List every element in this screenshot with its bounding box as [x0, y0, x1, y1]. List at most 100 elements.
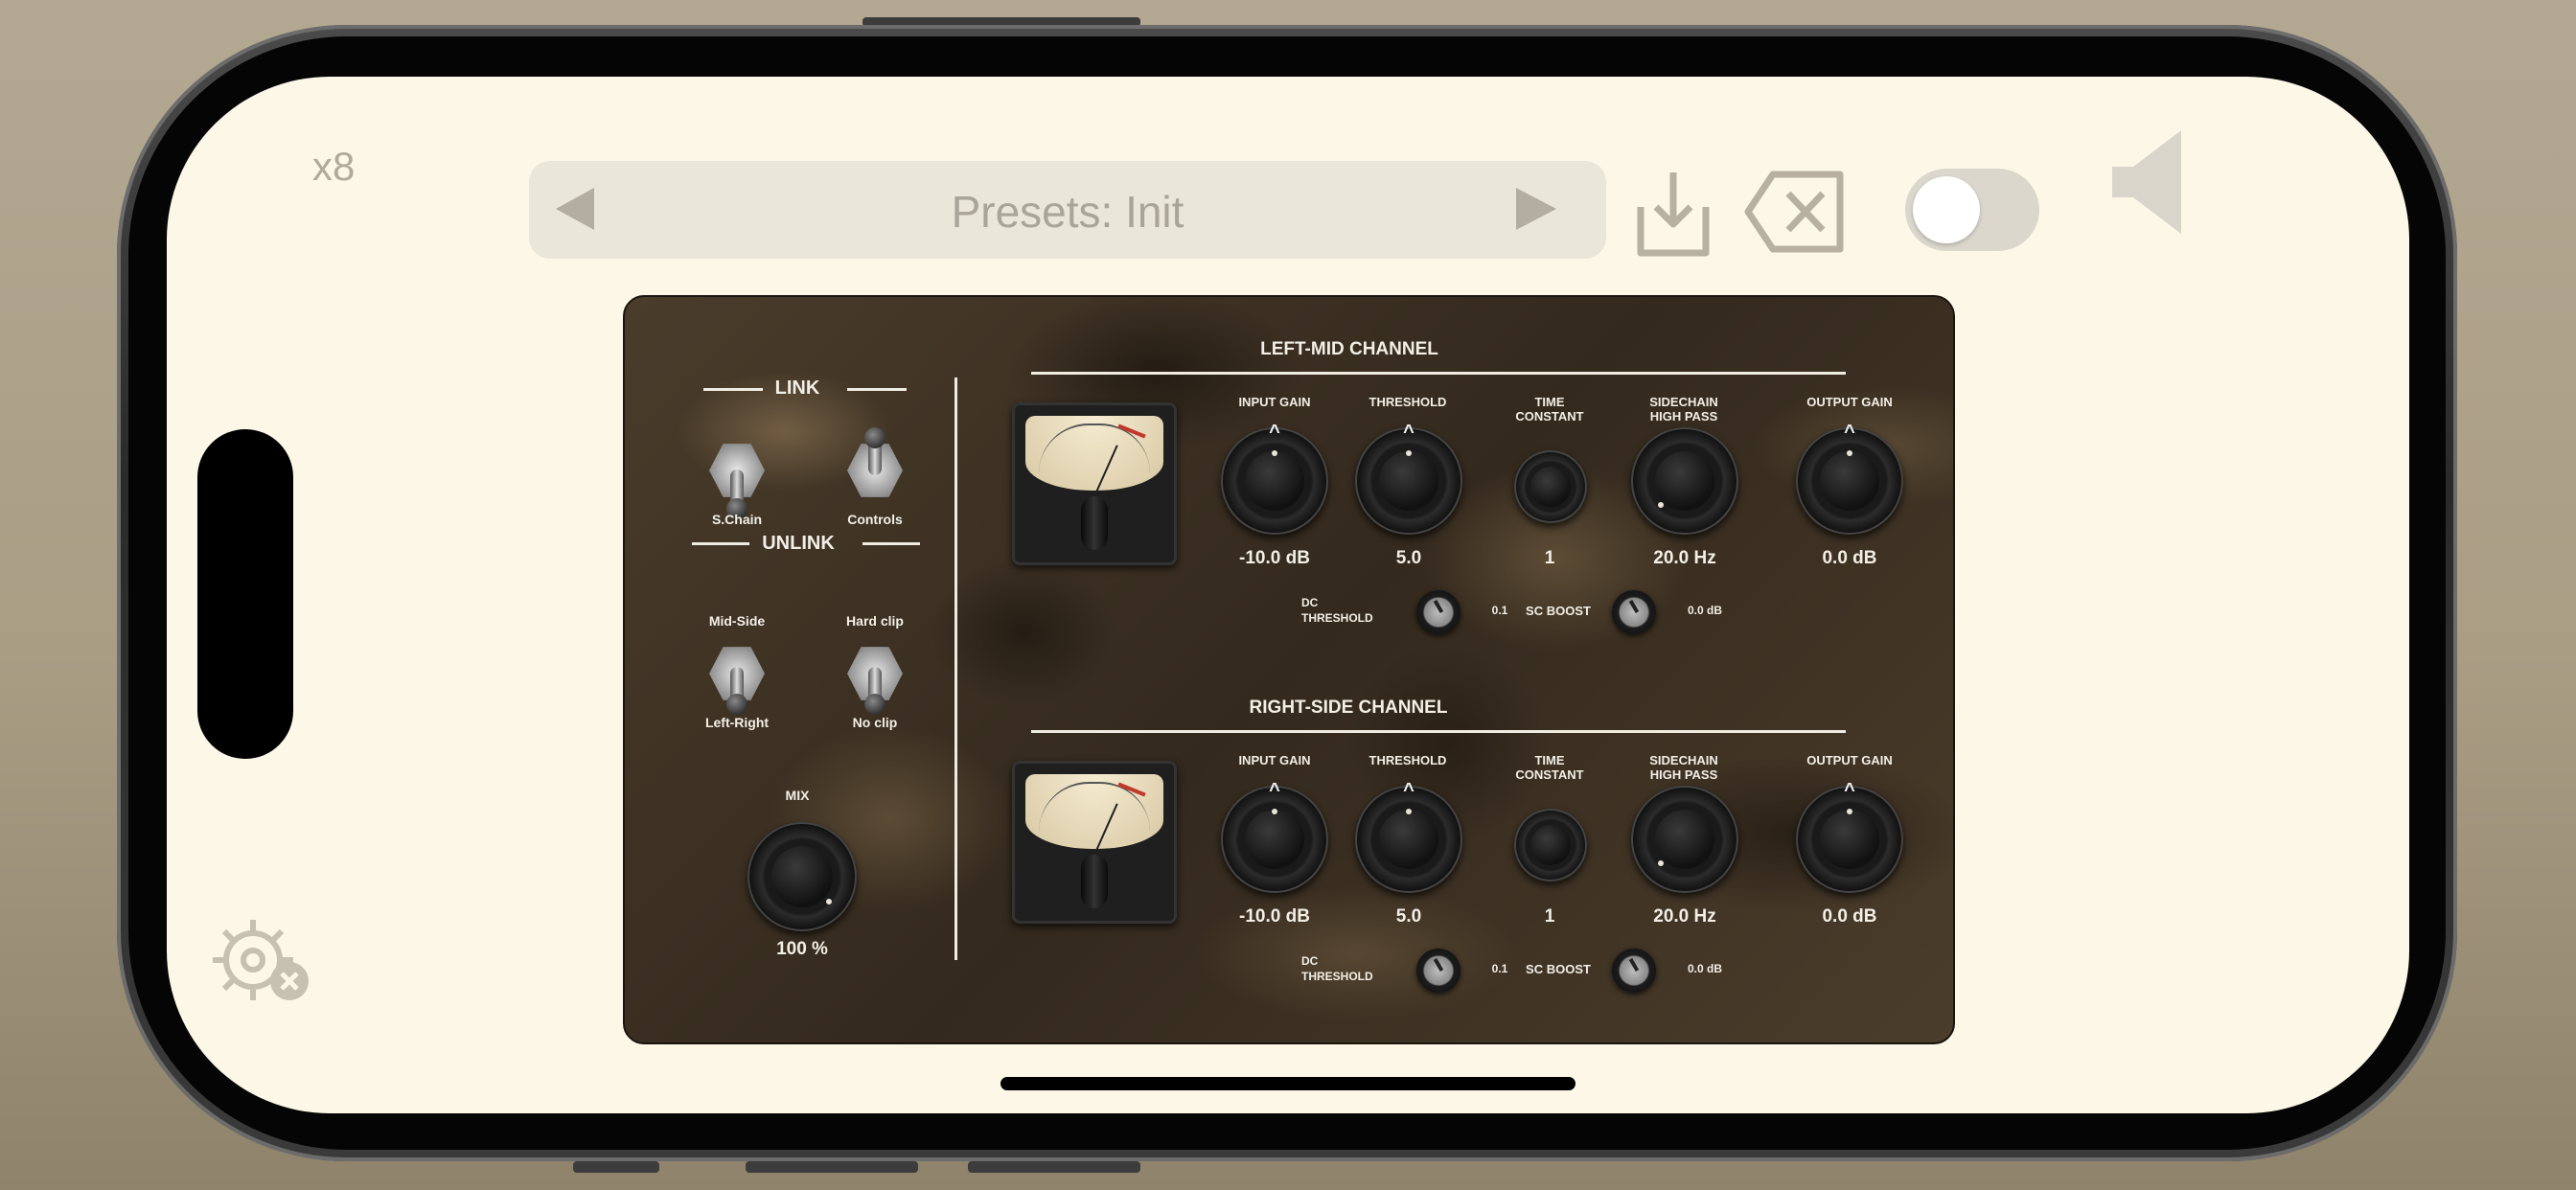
dc-threshold-label-1: DC	[1301, 954, 1319, 968]
threshold-label: THRESHOLD	[1368, 395, 1447, 409]
knob-cap	[771, 846, 833, 907]
controls-link-switch[interactable]	[847, 427, 903, 504]
dc-threshold-knob[interactable]	[1416, 949, 1460, 993]
bottom-button-1	[573, 1161, 659, 1173]
vu-meter	[1012, 402, 1177, 565]
sidechain-knob[interactable]	[1631, 786, 1738, 893]
preset-label[interactable]: Presets: Init	[529, 186, 1606, 238]
dc-threshold-label-2: THRESHOLD	[1301, 970, 1373, 983]
knob-indicator	[1847, 450, 1852, 456]
threshold-value: 5.0	[1395, 906, 1422, 927]
knob-indicator	[826, 899, 832, 904]
output-gain-value: 0.0 dB	[1822, 548, 1877, 568]
bottom-button-3	[968, 1161, 1140, 1173]
switch-ball	[864, 427, 886, 448]
dc-threshold-value: 0.1	[1491, 604, 1508, 617]
knob-cap	[1530, 466, 1572, 508]
schain-label: S.Chain	[711, 512, 763, 527]
hardclip-switch[interactable]	[847, 640, 903, 715]
knob-caret: ^	[1269, 780, 1280, 801]
time-constant-knob[interactable]	[1514, 450, 1587, 523]
time-constant-label-1: TIME	[1534, 753, 1565, 767]
time-constant-value: 1	[1544, 906, 1555, 927]
dc-threshold-knob[interactable]	[1416, 590, 1460, 634]
channel-title: RIGHT-SIDE CHANNEL	[1249, 698, 1448, 718]
speaker-icon[interactable]	[2110, 128, 2183, 236]
output-gain-label: OUTPUT GAIN	[1806, 395, 1893, 409]
schain-link-switch[interactable]	[709, 437, 765, 519]
unlink-title: UNLINK	[762, 533, 835, 554]
gear-close-icon[interactable]	[209, 916, 310, 1004]
input-gain-value: -10.0 dB	[1239, 906, 1310, 927]
output-gain-knob[interactable]: ^	[1796, 780, 1903, 893]
leftright-label: Left-Right	[704, 715, 770, 730]
sc-boost-label: SC BOOST	[1526, 962, 1591, 976]
controls-label: Controls	[847, 512, 903, 527]
knob-cap	[1654, 450, 1715, 512]
input-gain-knob[interactable]: ^	[1221, 422, 1328, 535]
knob-indicator	[1628, 599, 1640, 614]
knob-cap	[1530, 824, 1572, 866]
download-icon[interactable]	[1635, 169, 1712, 261]
channel-title-line	[1031, 730, 1846, 733]
knob-cap	[1244, 450, 1305, 512]
knob-caret: ^	[1844, 780, 1855, 801]
time-constant-label-2: CONSTANT	[1515, 409, 1584, 423]
arrow-right-icon[interactable]	[1516, 188, 1556, 230]
midside-switch[interactable]	[709, 640, 765, 715]
knob-cap	[1378, 809, 1439, 870]
threshold-knob[interactable]: ^	[1355, 780, 1462, 893]
knob-indicator	[1272, 450, 1277, 456]
link-line-right	[847, 388, 907, 391]
knob-indicator	[1272, 809, 1277, 814]
output-gain-knob[interactable]: ^	[1796, 422, 1903, 535]
mix-value: 100 %	[776, 939, 828, 959]
knob-caret: ^	[1844, 422, 1855, 443]
knob-caret: ^	[1403, 780, 1414, 801]
knob-indicator	[1433, 957, 1444, 973]
preset-selector[interactable]: Presets: Init	[529, 161, 1606, 259]
backspace-icon[interactable]	[1744, 169, 1846, 255]
mix-knob[interactable]	[748, 822, 857, 931]
time-constant-label-1: TIME	[1534, 395, 1565, 409]
link-title: LINK	[774, 378, 820, 399]
vu-meter	[1012, 761, 1177, 924]
vu-meter-knob[interactable]	[1081, 855, 1108, 908]
unlink-line-left	[692, 542, 749, 545]
input-gain-label: INPUT GAIN	[1238, 395, 1311, 409]
sidechain-label-2: HIGH PASS	[1649, 409, 1718, 423]
sidechain-label-1: SIDECHAIN	[1649, 395, 1718, 409]
threshold-knob[interactable]: ^	[1355, 422, 1462, 535]
switch-ball	[726, 694, 748, 715]
hardclip-label: Hard clip	[846, 613, 904, 629]
multiplier-label[interactable]: x8	[312, 144, 355, 190]
sc-boost-knob[interactable]	[1612, 590, 1656, 634]
knob-indicator	[1658, 860, 1664, 866]
dc-threshold-label-1: DC	[1301, 596, 1319, 609]
knob-indicator	[1406, 450, 1412, 456]
sidechain-value: 20.0 Hz	[1653, 906, 1716, 927]
sidechain-knob[interactable]	[1631, 427, 1738, 535]
knob-cap	[1819, 450, 1880, 512]
unlink-line-right	[862, 542, 920, 545]
time-constant-value: 1	[1544, 548, 1555, 568]
threshold-value: 5.0	[1395, 548, 1422, 568]
dc-threshold-label-2: THRESHOLD	[1301, 611, 1373, 625]
home-indicator[interactable]	[1000, 1077, 1576, 1090]
sc-boost-value: 0.0 dB	[1687, 604, 1722, 617]
bypass-toggle[interactable]	[1905, 169, 2039, 251]
channel-title-line	[1031, 372, 1846, 375]
sc-boost-knob[interactable]	[1612, 949, 1656, 993]
vu-meter-knob[interactable]	[1081, 496, 1108, 550]
knob-indicator	[1658, 502, 1664, 508]
sc-boost-value: 0.0 dB	[1687, 962, 1722, 975]
input-gain-knob[interactable]: ^	[1221, 780, 1328, 893]
mix-label: MIX	[785, 788, 810, 803]
plugin-panel: LINK S.Chain Controls UNLINK Mid-Side Le…	[623, 295, 1955, 1044]
sidechain-value: 20.0 Hz	[1653, 548, 1716, 568]
knob-cap	[1244, 809, 1305, 870]
knob-indicator	[1406, 809, 1412, 814]
sidechain-label-2: HIGH PASS	[1649, 767, 1718, 782]
output-gain-value: 0.0 dB	[1822, 906, 1877, 927]
time-constant-knob[interactable]	[1514, 809, 1587, 881]
